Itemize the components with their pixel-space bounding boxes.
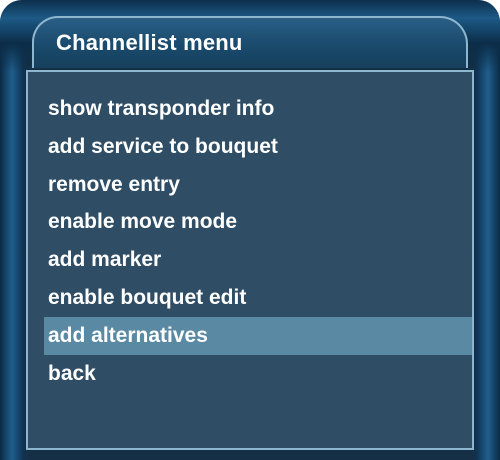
- menu-item-remove-entry[interactable]: remove entry: [44, 166, 472, 204]
- channellist-menu-window: Channellist menu show transponder info a…: [0, 0, 500, 460]
- menu-item-enable-move-mode[interactable]: enable move mode: [44, 203, 472, 241]
- menu-item-back[interactable]: back: [44, 355, 472, 393]
- menu-item-add-marker[interactable]: add marker: [44, 241, 472, 279]
- menu-item-add-alternatives[interactable]: add alternatives: [44, 316, 472, 355]
- menu-title: Channellist menu: [56, 30, 243, 55]
- menu-item-show-transponder-info[interactable]: show transponder info: [44, 90, 472, 128]
- menu-item-enable-bouquet-edit[interactable]: enable bouquet edit: [44, 279, 472, 317]
- menu-item-add-service-to-bouquet[interactable]: add service to bouquet: [44, 128, 472, 166]
- menu-panel: show transponder info add service to bou…: [26, 70, 474, 450]
- menu-list: show transponder info add service to bou…: [44, 90, 472, 392]
